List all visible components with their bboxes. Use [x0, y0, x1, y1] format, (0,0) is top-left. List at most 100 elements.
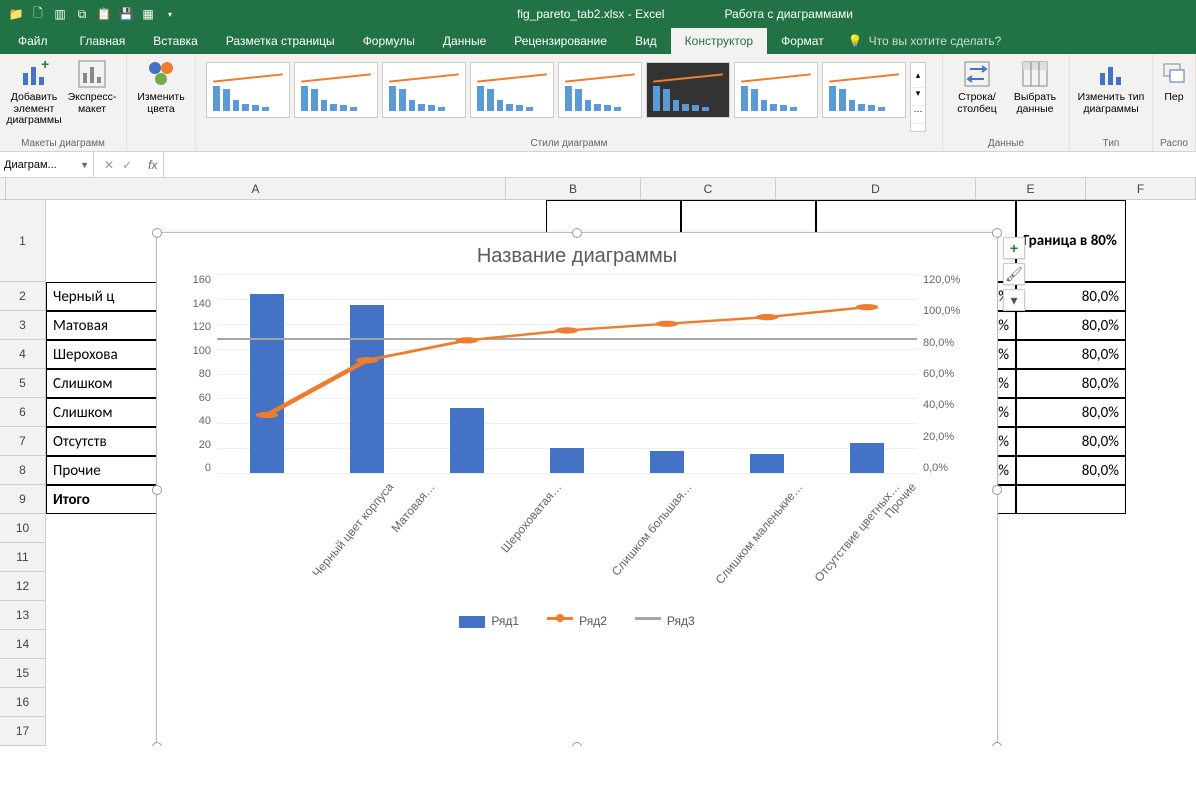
column-header-B[interactable]: B [506, 178, 641, 199]
cell-E4[interactable]: 80,0% [1016, 340, 1126, 369]
row-header-14[interactable]: 14 [0, 630, 46, 659]
resize-handle-n[interactable] [572, 228, 582, 238]
name-box-dropdown-icon[interactable]: ▼ [80, 160, 89, 170]
row-header-1[interactable]: 1 [0, 200, 46, 282]
row-header-13[interactable]: 13 [0, 601, 46, 630]
swap-rowcol-button[interactable]: Строка/ столбец [949, 58, 1005, 115]
row-header-7[interactable]: 7 [0, 427, 46, 456]
save-icon[interactable]: 💾 [118, 6, 134, 22]
cell-E1[interactable]: Граница в 80% [1016, 200, 1126, 282]
tab-home[interactable]: Главная [66, 28, 140, 54]
cell-E5[interactable]: 80,0% [1016, 369, 1126, 398]
column-header-E[interactable]: E [976, 178, 1086, 199]
confirm-icon[interactable]: ✓ [122, 158, 132, 172]
resize-handle-ne[interactable] [992, 228, 1002, 238]
chart-object[interactable]: + 🖌 ▾ Название диаграммы 160140120100806… [156, 232, 998, 746]
chart-filters-button[interactable]: ▾ [1003, 289, 1025, 311]
chart-legend[interactable]: Ряд1 Ряд2 Ряд3 [157, 610, 997, 628]
table-icon[interactable]: ▦ [140, 6, 156, 22]
style-thumb-3[interactable] [382, 62, 466, 118]
tab-insert[interactable]: Вставка [139, 28, 212, 54]
resize-handle-sw[interactable] [152, 742, 162, 746]
style-thumb-2[interactable] [294, 62, 378, 118]
chart-title[interactable]: Название диаграммы [157, 233, 997, 274]
style-thumb-7[interactable] [734, 62, 818, 118]
name-box[interactable]: Диаграм... ▼ [0, 152, 94, 177]
resize-handle-s[interactable] [572, 742, 582, 746]
column-header-D[interactable]: D [776, 178, 976, 199]
folder-icon[interactable]: 📁 [8, 6, 24, 22]
gallery-more-button[interactable]: ▴▾⋯ [910, 62, 926, 132]
tab-data[interactable]: Данные [429, 28, 500, 54]
change-chart-type-button[interactable]: Изменить тип диаграммы [1076, 58, 1146, 115]
legend-series-1[interactable]: Ряд1 [459, 614, 519, 628]
open-icon[interactable]: ▥ [52, 6, 68, 22]
chart-styles-gallery[interactable]: ▴▾⋯ [202, 58, 936, 136]
style-thumb-5[interactable] [558, 62, 642, 118]
resize-handle-se[interactable] [992, 742, 1002, 746]
row-header-6[interactable]: 6 [0, 398, 46, 427]
chart-styles-button[interactable]: 🖌 [1003, 263, 1025, 285]
quick-layout-button[interactable]: Экспресс-макет [64, 58, 120, 127]
cell-E9[interactable] [1016, 485, 1126, 514]
row-header-8[interactable]: 8 [0, 456, 46, 485]
tab-page-layout[interactable]: Разметка страницы [212, 28, 349, 54]
resize-handle-w[interactable] [152, 485, 162, 495]
style-thumb-8[interactable] [822, 62, 906, 118]
select-data-button[interactable]: Выбрать данные [1007, 58, 1063, 115]
move-chart-button[interactable]: Пер [1159, 58, 1189, 104]
cell-E8[interactable]: 80,0% [1016, 456, 1126, 485]
row-header-5[interactable]: 5 [0, 369, 46, 398]
row-header-4[interactable]: 4 [0, 340, 46, 369]
column-header-C[interactable]: C [641, 178, 776, 199]
cell-E7[interactable]: 80,0% [1016, 427, 1126, 456]
paste-icon[interactable]: 📋 [96, 6, 112, 22]
style-thumb-4[interactable] [470, 62, 554, 118]
legend-series-2[interactable]: Ряд2 [547, 614, 607, 628]
tab-review[interactable]: Рецензирование [500, 28, 621, 54]
style-thumb-1[interactable] [206, 62, 290, 118]
new-icon[interactable]: 🗋 [30, 6, 46, 22]
row-header-11[interactable]: 11 [0, 543, 46, 572]
resize-handle-e[interactable] [992, 485, 1002, 495]
x-label: Черный цвет корпуса [309, 480, 396, 580]
row-header-9[interactable]: 9 [0, 485, 46, 514]
title-center: fig_pareto_tab2.xlsx - Excel Работа с ди… [178, 7, 1192, 21]
add-chart-element-button[interactable]: + Добавить элемент диаграммы [6, 58, 62, 127]
cumulative-line[interactable] [217, 274, 917, 473]
row-header-15[interactable]: 15 [0, 659, 46, 688]
cell-E6[interactable]: 80,0% [1016, 398, 1126, 427]
qat-dropdown-icon[interactable]: ▾ [162, 6, 178, 22]
formula-bar-buttons: ✕ ✓ [94, 158, 142, 172]
chart-elements-button[interactable]: + [1003, 237, 1025, 259]
tab-file[interactable]: Файл [0, 28, 66, 54]
resize-handle-nw[interactable] [152, 228, 162, 238]
row-header-12[interactable]: 12 [0, 572, 46, 601]
tab-view[interactable]: Вид [621, 28, 671, 54]
add-element-icon: + [18, 58, 50, 90]
cell-E3[interactable]: 80,0% [1016, 311, 1126, 340]
formula-bar: Диаграм... ▼ ✕ ✓ fx [0, 152, 1196, 178]
column-header-A[interactable]: A [6, 178, 506, 199]
tell-me-box[interactable]: 💡 Что вы хотите сделать? [848, 28, 1002, 54]
plot-area[interactable]: 160140120100806040200 120,0%100,0%80,0%6… [217, 274, 917, 474]
cell-E2[interactable]: 80,0% [1016, 282, 1126, 311]
column-header-F[interactable]: F [1086, 178, 1196, 199]
style-thumb-6[interactable] [646, 62, 730, 118]
fx-icon[interactable]: fx [142, 158, 163, 172]
copy-icon[interactable]: ⧉ [74, 6, 90, 22]
row-header-17[interactable]: 17 [0, 717, 46, 746]
row-header-16[interactable]: 16 [0, 688, 46, 717]
row-header-2[interactable]: 2 [0, 282, 46, 311]
tab-design[interactable]: Конструктор [671, 28, 767, 54]
cancel-icon[interactable]: ✕ [104, 158, 114, 172]
tab-formulas[interactable]: Формулы [349, 28, 429, 54]
row-header-10[interactable]: 10 [0, 514, 46, 543]
svg-text:+: + [41, 59, 49, 72]
add-element-label: Добавить элемент диаграммы [6, 92, 62, 127]
row-header-3[interactable]: 3 [0, 311, 46, 340]
formula-input[interactable] [163, 152, 1196, 177]
legend-series-3[interactable]: Ряд3 [635, 614, 695, 628]
change-colors-button[interactable]: Изменить цвета [133, 58, 189, 115]
tab-format[interactable]: Формат [767, 28, 838, 54]
